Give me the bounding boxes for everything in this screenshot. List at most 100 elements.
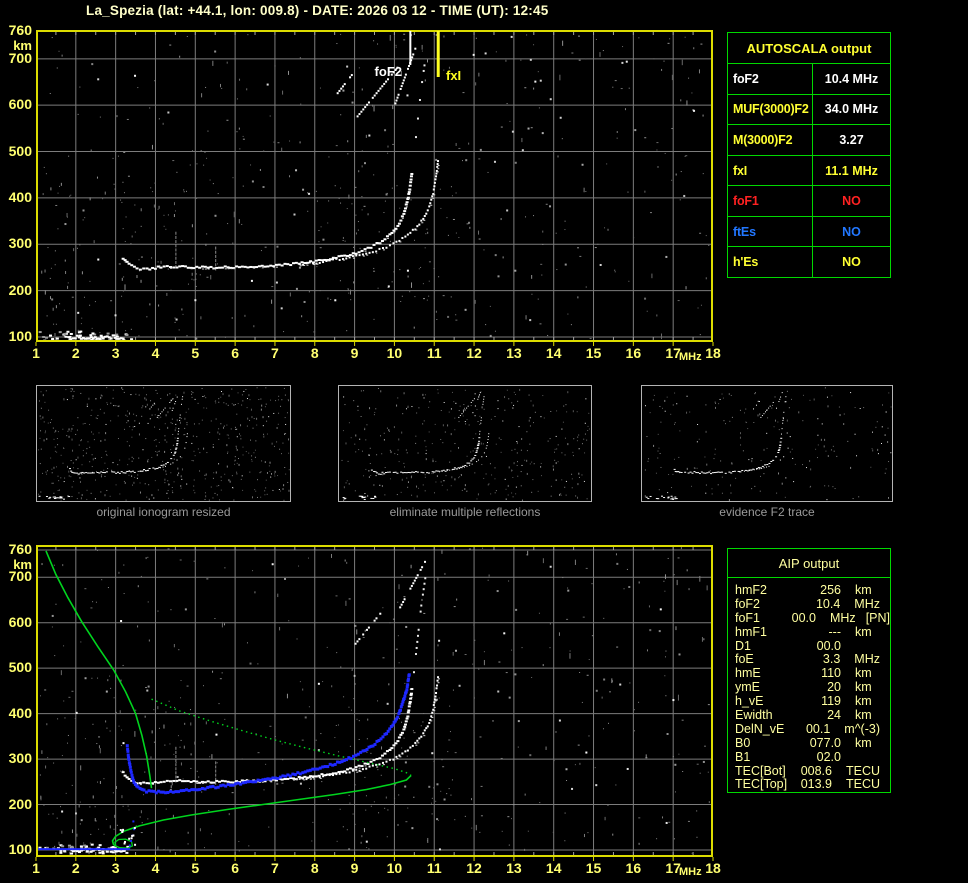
aip-row-D1: D1 00.0	[735, 639, 890, 653]
aip-unit: km	[855, 694, 872, 709]
y-axis-unit: km	[13, 557, 32, 572]
thumbnail-caption-2: eliminate multiple reflections	[389, 505, 541, 519]
aip-unit: km	[855, 666, 872, 681]
thumbnail-evidence-f2-trace	[641, 385, 893, 502]
autoscala-row-foF2: foF2 10.4 MHz	[728, 64, 890, 95]
aip-label: foF2	[735, 596, 761, 611]
x-tick-label: 6	[231, 860, 239, 876]
x-tick-label: 4	[151, 860, 160, 876]
autoscala-row-fxI: fxI 11.1 MHz	[728, 155, 890, 187]
aip-label: hmF2	[735, 582, 767, 597]
y-tick-label: 400	[8, 188, 32, 205]
autoscala-row-foF1: foF1 NO	[728, 186, 890, 217]
aip-unit: MHz	[829, 610, 856, 625]
aip-label: TEC[Bot]	[735, 763, 786, 778]
x-tick-label: 11	[426, 860, 442, 876]
fxi-marker-label: fxI	[446, 68, 462, 83]
aip-output-panel: AIP output hmF2 256 km foF2 10.4 MHz foF1 00.0 M…	[727, 548, 891, 793]
aip-unit: km	[855, 624, 872, 639]
fof2-marker-label: foF2	[374, 64, 402, 79]
aip-unit: TECU	[845, 763, 880, 778]
y-tick-label: 600	[8, 96, 32, 113]
x-tick-label: 13	[506, 345, 522, 361]
aip-value: ---	[828, 624, 842, 639]
y-tick-label: 700	[8, 49, 32, 66]
aip-value: 008.6	[800, 763, 832, 778]
aip-value: 02.0	[816, 749, 841, 764]
aip-extra: [PN]	[865, 610, 890, 625]
aip-rows: hmF2 256 km foF2 10.4 MHz foF1 00.0 MHz [PN] hmF1-…	[728, 578, 890, 791]
x-tick-label: 14	[545, 860, 562, 876]
autoscala-row-value: NO	[842, 255, 861, 270]
aip-unit: km	[855, 582, 872, 597]
x-tick-label: 10	[386, 860, 403, 876]
aip-value: 110	[821, 666, 841, 681]
aip-row-DelN_vE: DelN_vE 00.1 m^(-3)	[735, 722, 890, 736]
autoscala-row-value: 11.1 MHz	[825, 163, 878, 178]
aip-row-hmE: hmE 110 km	[735, 666, 890, 680]
aip-label: DelN_vE	[735, 721, 785, 736]
station-title: La_Spezia (lat: +44.1, lon: 009.8) - DAT…	[86, 3, 549, 18]
aip-unit: km	[855, 735, 872, 750]
aip-unit: m^(-3)	[844, 721, 880, 736]
y-tick-label: 300	[8, 750, 32, 767]
x-tick-label: 9	[350, 860, 359, 876]
aip-row-Ewidth: Ewidth 24 km	[735, 708, 890, 722]
aip-label: hmE	[735, 666, 761, 681]
aip-row-TEC[Top]: TEC[Top] 013.9 TECU	[735, 777, 890, 791]
y-tick-label: 760	[8, 541, 32, 557]
aip-value: 119	[821, 694, 841, 709]
x-tick-label: 16	[625, 345, 642, 361]
autoscala-row-ftEs: ftEs NO	[728, 216, 890, 248]
x-tick-label: 12	[466, 860, 482, 876]
aip-unit: TECU	[845, 777, 880, 792]
y-tick-label: 200	[8, 281, 32, 298]
aip-row-foF2: foF2 10.4 MHz	[735, 597, 890, 611]
x-tick-label: 1	[32, 345, 40, 361]
aip-panel-title: AIP output	[728, 549, 890, 578]
x-tick-label: 7	[271, 860, 279, 876]
x-tick-label: 18	[705, 860, 721, 876]
x-tick-label: 15	[585, 345, 602, 361]
y-tick-label: 500	[8, 142, 32, 159]
autoscala-row-label: MUF(3000)F2	[728, 94, 813, 125]
y-tick-label: 200	[8, 795, 32, 812]
x-tick-label: 10	[386, 345, 403, 361]
aip-row-B1: B1 02.0	[735, 750, 890, 764]
autoscala-rows: foF2 10.4 MHz MUF(3000)F2 34.0 MHz M(3000)F2…	[728, 64, 890, 278]
autoscala-row-label: foF2	[728, 64, 813, 94]
aip-label: h_vE	[735, 694, 764, 709]
x-tick-label: 4	[151, 345, 160, 361]
thumbnail-eliminate-reflections	[338, 385, 592, 502]
thumbnail-caption-1: original ionogram resized	[96, 505, 231, 519]
x-tick-label: 18	[705, 345, 721, 361]
autoscala-output-panel: AUTOSCALA output foF2 10.4 MHz MUF(3000)F2…	[727, 32, 891, 278]
x-tick-label: 2	[71, 860, 80, 876]
autoscala-row-value: NO	[842, 224, 861, 239]
aip-unit: MHz	[854, 596, 880, 611]
aip-unit: MHz	[854, 652, 880, 667]
aip-label: hmF1	[735, 624, 767, 639]
aip-row-foF1: foF1 00.0 MHz [PN]	[735, 611, 890, 625]
aip-row-hmF1: hmF1 --- km	[735, 625, 890, 639]
autoscala-row-label: h'Es	[728, 247, 813, 278]
x-tick-label: 15	[585, 860, 602, 876]
aip-value: 24	[827, 707, 841, 722]
y-tick-label: 100	[8, 840, 32, 857]
y-tick-label: 500	[8, 659, 32, 676]
y-tick-label: 300	[8, 235, 32, 252]
aip-row-ymE: ymE 20 km	[735, 680, 890, 694]
aip-label: foF1	[735, 610, 761, 625]
aip-value: 20	[827, 680, 841, 695]
x-tick-label: 13	[506, 860, 522, 876]
y-tick-label: 100	[8, 327, 32, 344]
x-tick-label: 1	[32, 860, 40, 876]
autoscala-row-M(3000)F2: M(3000)F2 3.27	[728, 125, 890, 156]
aip-row-foE: foE 3.3 MHz	[735, 652, 890, 666]
autoscala-row-h'Es: h'Es NO	[728, 247, 890, 278]
aip-value: 00.0	[816, 638, 841, 653]
autoscala-row-value: 34.0 MHz	[824, 102, 879, 117]
x-tick-label: 3	[111, 860, 120, 876]
x-tick-label: 5	[191, 345, 200, 361]
aip-row-h_vE: h_vE 119 km	[735, 694, 890, 708]
